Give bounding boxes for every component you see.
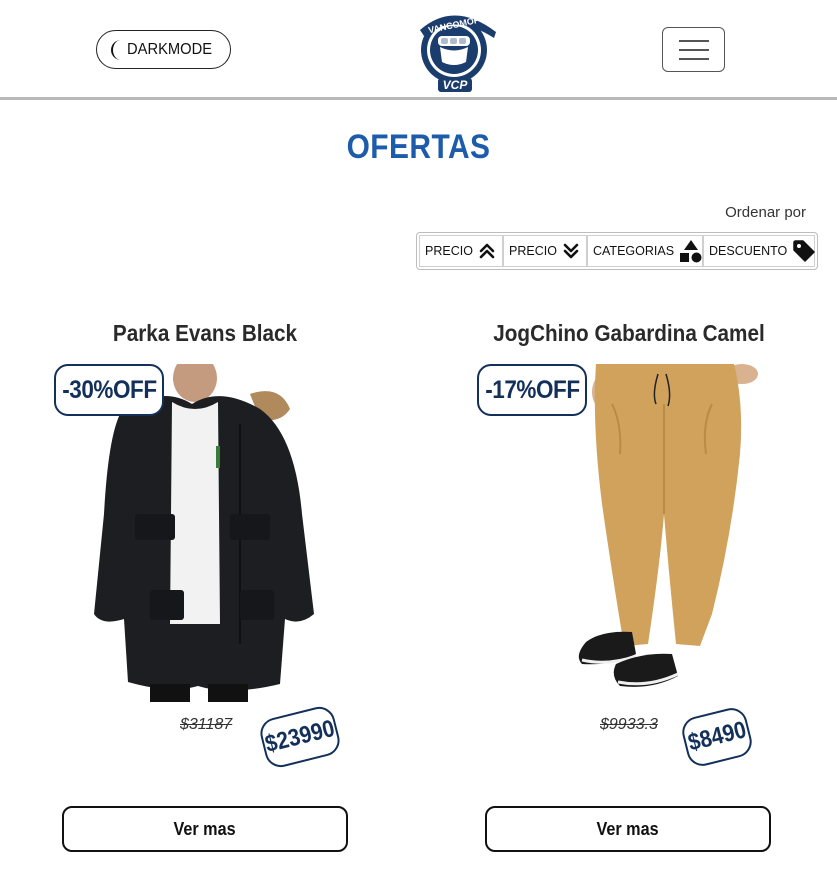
menu-toggle-button[interactable]	[662, 27, 725, 72]
discount-text: -30%OFF	[61, 375, 157, 404]
sort-label: Ordenar por	[725, 204, 806, 221]
page-title: OFERTAS	[346, 128, 491, 166]
svg-text:VCP: VCP	[443, 78, 469, 92]
darkmode-toggle-button[interactable]: DARKMODE	[96, 30, 231, 69]
product-name: JogChino Gabardina Camel	[493, 320, 765, 346]
tag-icon	[793, 240, 816, 262]
sort-option-label: PRECIO	[509, 244, 557, 258]
discount-text: -17%OFF	[484, 375, 580, 404]
sort-price-desc-button[interactable]: PRECIO	[503, 235, 587, 267]
discount-badge: -17%OFF	[477, 364, 587, 416]
view-more-label: Ver mas	[596, 818, 660, 839]
price-badge: $8490	[678, 704, 756, 770]
view-more-button[interactable]: Ver mas	[485, 806, 771, 852]
price-text: $8490	[685, 716, 749, 757]
price-text: $23990	[262, 714, 338, 759]
old-price: $9933.3	[600, 716, 658, 733]
hamburger-icon-line	[678, 39, 709, 42]
double-chevron-up-icon	[479, 243, 495, 259]
sort-discount-button[interactable]: DESCUENTO	[703, 235, 816, 267]
sort-price-asc-button[interactable]: PRECIO	[419, 235, 503, 267]
moon-icon	[111, 39, 121, 60]
sort-option-label: DESCUENTO	[709, 244, 788, 258]
view-more-label: Ver mas	[173, 818, 237, 839]
hamburger-icon-line	[678, 48, 709, 51]
hamburger-icon-line	[678, 57, 709, 60]
sort-option-label: PRECIO	[425, 244, 473, 258]
product-name: Parka Evans Black	[112, 320, 298, 346]
vcp-logo[interactable]: VANCOMOPIÑA VCP	[414, 6, 500, 94]
sort-categories-button[interactable]: CATEGORIAS	[587, 235, 703, 267]
darkmode-label: DARKMODE	[127, 40, 213, 58]
price-badge: $23990	[257, 703, 343, 771]
double-chevron-down-icon	[563, 243, 579, 259]
site-header: DARKMODE VANCOMOPIÑA VCP	[0, 0, 837, 100]
product-image-jogger[interactable]	[572, 364, 824, 702]
old-price: $31187	[180, 716, 233, 733]
discount-badge: -30%OFF	[54, 364, 164, 416]
sort-option-label: CATEGORIAS	[593, 244, 675, 258]
sort-bar: PRECIO PRECIO CATEGORIAS DESCUENTO	[416, 232, 818, 270]
view-more-button[interactable]: Ver mas	[62, 806, 348, 852]
shapes-icon	[680, 240, 702, 263]
